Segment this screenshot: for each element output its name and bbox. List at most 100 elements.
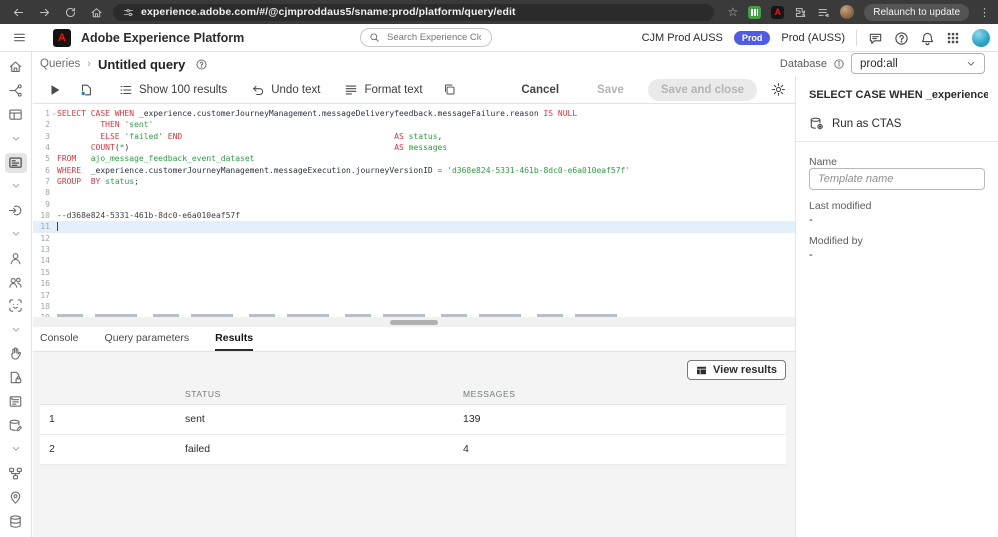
code-line-13[interactable]: 13 xyxy=(33,244,795,255)
sidebar-item-identity[interactable] xyxy=(5,298,27,314)
code-line-3[interactable]: 3 ELSE 'failed' END AS status, xyxy=(33,131,795,142)
code-line-15[interactable]: 15 xyxy=(33,267,795,278)
code-line-17[interactable]: 17 xyxy=(33,290,795,301)
dataflows-icon xyxy=(8,466,23,481)
code-line-16[interactable]: 16 xyxy=(33,278,795,289)
sidebar-item-sources[interactable] xyxy=(5,202,27,218)
browser-back-icon[interactable] xyxy=(12,6,25,19)
env-badge: Prod xyxy=(734,31,771,45)
gutter-gap xyxy=(50,142,57,153)
save-button[interactable]: Save xyxy=(591,83,630,97)
sidebar-item-home[interactable] xyxy=(5,59,27,75)
code-line-11[interactable]: 11 xyxy=(33,221,795,232)
code-line-2[interactable]: 2 THEN 'sent' xyxy=(33,119,795,130)
copy-icon[interactable] xyxy=(443,83,456,96)
global-search[interactable] xyxy=(360,28,492,47)
org-label[interactable]: CJM Prod AUSS xyxy=(642,32,723,44)
code-line-12[interactable]: 12 xyxy=(33,233,795,244)
table-row[interactable]: 2failed4 xyxy=(40,435,786,465)
search-input[interactable] xyxy=(385,31,483,44)
cell-status: sent xyxy=(185,405,205,434)
line-number: 7 xyxy=(33,176,50,187)
sidebar-item-queries[interactable] xyxy=(5,153,27,173)
cancel-button[interactable]: Cancel xyxy=(515,83,565,97)
sidebar-item-storage[interactable] xyxy=(5,513,27,529)
notifications-bell-icon[interactable] xyxy=(920,31,935,46)
save-and-close-button[interactable]: Save and close xyxy=(648,79,757,101)
sidebar-item-chevron-down[interactable] xyxy=(5,131,27,147)
code-line-8[interactable]: 8 xyxy=(33,187,795,198)
code-line-9[interactable]: 9 xyxy=(33,199,795,210)
sidebar-item-datasets[interactable] xyxy=(5,418,27,434)
browser-menu-icon[interactable]: ⋮ xyxy=(979,6,990,19)
policies-icon xyxy=(8,370,23,385)
tune-icon[interactable] xyxy=(123,7,134,18)
run-query-icon[interactable] xyxy=(48,83,62,97)
tab-results[interactable]: Results xyxy=(215,327,253,351)
sidebar-item-privacy[interactable] xyxy=(5,346,27,362)
relaunch-button[interactable]: Relaunch to update xyxy=(864,4,969,21)
browser-home-icon[interactable] xyxy=(90,6,103,19)
sidebar-item-chevron-down[interactable] xyxy=(5,441,27,457)
code-line-6[interactable]: 6WHERE _experience.customerJourneyManage… xyxy=(33,165,795,176)
sidebar-item-workspace[interactable] xyxy=(5,107,27,123)
table-row[interactable]: 1sent139 xyxy=(40,404,786,435)
code-line-14[interactable]: 14 xyxy=(33,255,795,266)
code-line-4[interactable]: 4 COUNT(*) AS messages xyxy=(33,142,795,153)
database-select[interactable]: prod:all xyxy=(851,53,985,74)
reading-list-icon[interactable] xyxy=(817,6,830,19)
sidebar-item-journeys[interactable] xyxy=(5,83,27,99)
sidebar-item-audiences[interactable] xyxy=(5,274,27,290)
sidebar-item-chevron-down[interactable] xyxy=(5,226,27,242)
sidebar-item-chevron-down[interactable] xyxy=(5,179,27,195)
sidebar-item-destinations[interactable] xyxy=(5,489,27,505)
splitter-handle[interactable] xyxy=(390,320,438,325)
fold-chevron-icon[interactable] xyxy=(50,108,57,119)
help-icon[interactable] xyxy=(894,31,909,46)
code-line-18[interactable]: 18 xyxy=(33,301,795,312)
extension-analytics-icon[interactable] xyxy=(748,6,761,19)
code-line-1[interactable]: 1SELECT CASE WHEN _experience.customerJo… xyxy=(33,108,795,119)
sidebar-item-schemas[interactable] xyxy=(5,394,27,410)
tab-query-parameters[interactable]: Query parameters xyxy=(105,327,190,351)
sidebar-item-profiles[interactable] xyxy=(5,250,27,266)
line-number: 11 xyxy=(33,221,50,232)
address-bar[interactable]: experience.adobe.com/#/@cjmproddaus5/sna… xyxy=(113,4,714,21)
code-line-5[interactable]: 5FROM ajo_message_feedback_event_dataset xyxy=(33,153,795,164)
sidebar-item-policies[interactable] xyxy=(5,370,27,386)
env-label[interactable]: Prod (AUSS) xyxy=(781,32,845,44)
show-results-button[interactable]: Show 100 results xyxy=(119,83,227,97)
browser-reload-icon[interactable] xyxy=(64,6,77,19)
query-info-icon[interactable] xyxy=(195,58,208,71)
sidebar-item-dataflows[interactable] xyxy=(5,465,27,481)
code-line-7[interactable]: 7GROUP BY status; xyxy=(33,176,795,187)
feedback-icon[interactable] xyxy=(868,31,883,46)
browser-profile-avatar[interactable] xyxy=(840,5,854,19)
extensions-puzzle-icon[interactable] xyxy=(794,6,807,19)
cell-messages: 4 xyxy=(463,435,469,464)
template-name-input[interactable] xyxy=(809,168,985,190)
run-as-ctas-button[interactable]: Run as CTAS xyxy=(809,116,901,131)
browser-forward-icon[interactable] xyxy=(38,6,51,19)
sql-code-editor[interactable]: 1SELECT CASE WHEN _experience.customerJo… xyxy=(33,104,795,317)
app-switcher-grid-icon[interactable] xyxy=(946,31,961,46)
settings-gear-icon[interactable] xyxy=(771,82,786,97)
undo-text-button[interactable]: Undo text xyxy=(251,83,320,97)
breadcrumb-queries[interactable]: Queries xyxy=(40,58,80,70)
sidebar-item-chevron-down[interactable] xyxy=(5,322,27,338)
pane-splitter[interactable] xyxy=(33,317,795,327)
user-avatar[interactable] xyxy=(972,29,990,47)
line-number: 1 xyxy=(33,108,50,119)
extension-adobe-icon[interactable]: A xyxy=(771,6,784,19)
subheader: Queries › Untitled query Database prod:a… xyxy=(33,52,998,76)
gutter-gap xyxy=(50,187,57,198)
code-line-10[interactable]: 10--d368e824-5331-461b-8dc0-e6a010eaf57f xyxy=(33,210,795,221)
view-results-button[interactable]: View results xyxy=(687,360,786,380)
code-line-19[interactable]: 19 xyxy=(33,312,795,317)
bookmark-star-icon[interactable]: ☆ xyxy=(728,5,739,19)
format-text-button[interactable]: Format text xyxy=(344,83,422,97)
tab-console[interactable]: Console xyxy=(40,327,79,351)
database-info-icon[interactable] xyxy=(833,58,845,70)
hamburger-menu-icon[interactable] xyxy=(12,31,27,44)
document-draft-icon[interactable] xyxy=(79,83,93,97)
